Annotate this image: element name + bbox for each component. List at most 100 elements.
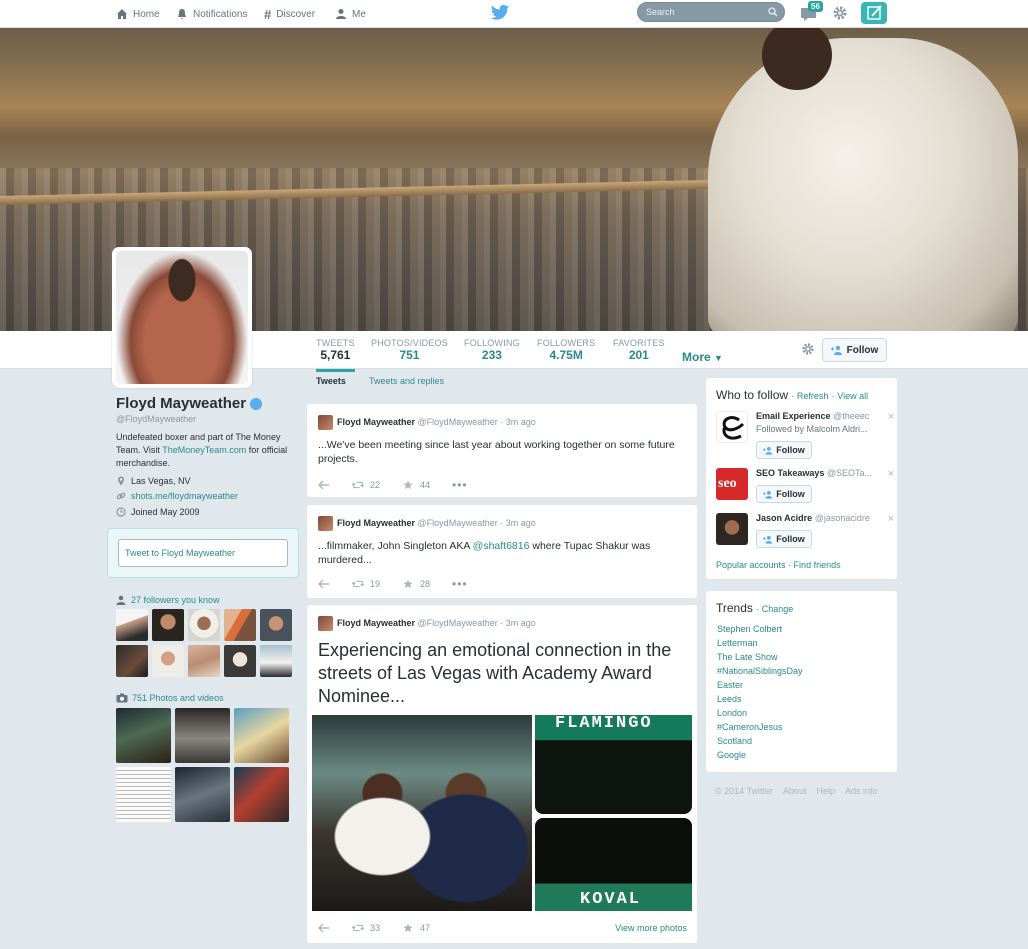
- tweet-to-input[interactable]: [118, 539, 288, 567]
- suggested-user-name[interactable]: Jason Acidre @jasonacidre: [756, 513, 886, 523]
- follower-avatar[interactable]: [224, 609, 256, 641]
- stat-photos-videos[interactable]: PHOTOS/VIDEOS 751: [371, 338, 448, 362]
- suggested-user-avatar[interactable]: [716, 411, 748, 443]
- follower-avatar[interactable]: [188, 645, 220, 677]
- retweet-action[interactable]: 22: [352, 480, 380, 490]
- favorite-action[interactable]: 44: [402, 480, 430, 490]
- trend-item[interactable]: Easter: [717, 680, 743, 690]
- tweet-card[interactable]: Floyd Mayweather @FloydMayweather · 3m a…: [306, 504, 698, 599]
- stat-followers[interactable]: FOLLOWERS 4.75M: [537, 338, 595, 362]
- find-friends-link[interactable]: · Find friends: [788, 560, 841, 570]
- trend-item[interactable]: London: [717, 708, 747, 718]
- tweet-author-name[interactable]: Floyd Mayweather: [337, 518, 415, 528]
- view-all-link[interactable]: · View all: [832, 391, 868, 401]
- tweet-author-handle[interactable]: @FloydMayweather: [418, 417, 498, 427]
- retweet-action[interactable]: 33: [352, 923, 380, 933]
- photo-thumbnail[interactable]: [116, 708, 171, 763]
- compose-tweet-button[interactable]: [861, 2, 887, 24]
- website-link[interactable]: shots.me/floydmayweather: [131, 491, 238, 501]
- photos-videos-header[interactable]: 751 Photos and videos: [116, 693, 224, 703]
- more-menu[interactable]: More ▼: [682, 350, 723, 364]
- tweet-timestamp[interactable]: · 3m ago: [500, 618, 536, 628]
- photo-thumbnail[interactable]: [175, 767, 230, 822]
- footer-about-link[interactable]: About: [783, 786, 807, 796]
- search-box[interactable]: [637, 2, 785, 22]
- change-trends-link[interactable]: · Change: [756, 604, 793, 614]
- follower-avatar[interactable]: [260, 609, 292, 641]
- reply-icon[interactable]: [318, 579, 330, 589]
- footer-help-link[interactable]: Help: [817, 786, 836, 796]
- tweet-author-handle[interactable]: @FloydMayweather: [418, 518, 498, 528]
- trend-item[interactable]: Scotland: [717, 736, 752, 746]
- tweet-author-handle[interactable]: @FloydMayweather: [418, 618, 498, 628]
- popular-accounts-link[interactable]: Popular accounts: [716, 560, 786, 570]
- profile-gear-icon[interactable]: [801, 342, 815, 356]
- tweet-card[interactable]: Floyd Mayweather @FloydMayweather · 3m a…: [306, 403, 698, 498]
- more-options-icon[interactable]: •••: [452, 577, 468, 591]
- follower-avatar[interactable]: [152, 609, 184, 641]
- trend-item[interactable]: Leeds: [717, 694, 742, 704]
- footer-ads-info-link[interactable]: Ads info: [845, 786, 878, 796]
- nav-home[interactable]: Home: [116, 6, 160, 22]
- suggested-follow-button[interactable]: Follow: [756, 441, 812, 459]
- profile-avatar[interactable]: [112, 247, 252, 388]
- search-input[interactable]: [638, 3, 758, 21]
- stat-following[interactable]: FOLLOWING 233: [464, 338, 520, 362]
- follower-avatar[interactable]: [116, 645, 148, 677]
- follower-avatar[interactable]: [152, 645, 184, 677]
- gear-icon[interactable]: [832, 5, 848, 21]
- follower-avatar[interactable]: [260, 645, 292, 677]
- tweet-author-name[interactable]: Floyd Mayweather: [337, 618, 415, 628]
- trend-item[interactable]: #NationalSiblingsDay: [717, 666, 803, 676]
- tweet-timestamp[interactable]: · 3m ago: [500, 417, 536, 427]
- dismiss-close-icon[interactable]: ×: [888, 411, 894, 423]
- retweet-action[interactable]: 19: [352, 579, 380, 589]
- suggested-follow-button[interactable]: Follow: [756, 530, 812, 548]
- nav-me[interactable]: Me: [335, 6, 366, 22]
- twitter-bird-icon[interactable]: [490, 4, 510, 22]
- reply-icon[interactable]: [318, 923, 330, 933]
- photo-thumbnail[interactable]: [234, 767, 289, 822]
- media-photo-flamingo[interactable]: FLAMINGO: [535, 715, 692, 814]
- suggested-user-name[interactable]: SEO Takeaways @SEOTa...: [756, 468, 886, 478]
- suggested-follow-button[interactable]: Follow: [756, 485, 812, 503]
- follower-avatar[interactable]: [188, 609, 220, 641]
- tab-tweets[interactable]: Tweets: [316, 376, 346, 386]
- favorite-action[interactable]: 47: [402, 923, 430, 933]
- profile-website[interactable]: shots.me/floydmayweather: [116, 491, 238, 501]
- stat-favorites[interactable]: FAVORITES 201: [613, 338, 665, 362]
- suggested-user-avatar[interactable]: seo: [716, 468, 748, 500]
- trend-item[interactable]: Letterman: [717, 638, 758, 648]
- media-main-photo[interactable]: [312, 715, 532, 911]
- dismiss-close-icon[interactable]: ×: [888, 513, 894, 525]
- photo-thumbnail[interactable]: [175, 708, 230, 763]
- dismiss-close-icon[interactable]: ×: [888, 468, 894, 480]
- tweet-avatar[interactable]: [318, 415, 333, 430]
- tweet-mention-link[interactable]: @shaft6816: [473, 540, 530, 552]
- photo-thumbnail[interactable]: [234, 708, 289, 763]
- tweet-avatar[interactable]: [318, 516, 333, 531]
- trend-item[interactable]: Google: [717, 750, 746, 760]
- bio-link[interactable]: TheMoneyTeam.com: [162, 445, 246, 455]
- favorite-action[interactable]: 28: [402, 579, 430, 589]
- nav-discover[interactable]: # Discover: [264, 6, 315, 22]
- photo-thumbnail[interactable]: [116, 767, 171, 822]
- followers-you-know-header[interactable]: 27 followers you know: [116, 595, 220, 605]
- trend-item[interactable]: The Late Show: [717, 652, 778, 662]
- nav-notifications[interactable]: Notifications: [176, 6, 247, 22]
- reply-icon[interactable]: [318, 480, 330, 490]
- more-options-icon[interactable]: •••: [452, 478, 468, 492]
- stat-tweets[interactable]: TWEETS 5,761: [316, 338, 355, 372]
- tweet-media-collage[interactable]: FLAMINGO KOVAL: [312, 715, 692, 911]
- tweet-avatar[interactable]: [318, 616, 333, 631]
- refresh-link[interactable]: · Refresh: [791, 391, 828, 401]
- search-icon[interactable]: [768, 7, 778, 17]
- follower-avatar[interactable]: [224, 645, 256, 677]
- suggested-user-name[interactable]: Email Experience @theeec: [756, 411, 886, 421]
- suggested-user-avatar[interactable]: [716, 513, 748, 545]
- media-photo-koval[interactable]: KOVAL: [535, 818, 692, 911]
- tweet-author-name[interactable]: Floyd Mayweather: [337, 417, 415, 427]
- tweet-card[interactable]: Floyd Mayweather @FloydMayweather · 3m a…: [306, 604, 698, 944]
- view-more-photos-link[interactable]: View more photos: [615, 923, 687, 933]
- tweet-timestamp[interactable]: · 3m ago: [500, 518, 536, 528]
